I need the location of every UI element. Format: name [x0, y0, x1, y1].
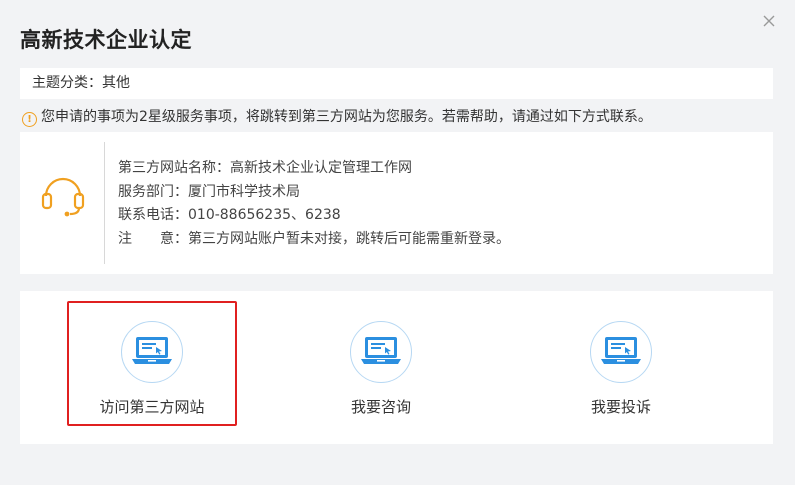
notice-line: ! 您申请的事项为2星级服务事项，将跳转到第三方网站为您服务。若需帮助，请通过如下…: [22, 107, 782, 127]
close-icon[interactable]: [760, 12, 778, 30]
laptop-icon: [601, 337, 641, 364]
note-text: 注 意：第三方网站账户暂未对接，跳转后可能需重新登录。: [118, 230, 510, 247]
category-bar: 主题分类：其他: [20, 68, 773, 99]
laptop-icon: [132, 337, 172, 364]
dialog-title: 高新技术企业认定: [20, 28, 192, 52]
site-name-text: 第三方网站名称：高新技术企业认定管理工作网: [118, 160, 412, 176]
action-label: 我要咨询: [350, 398, 411, 416]
warning-circle-icon: !: [22, 112, 37, 127]
contact-info-panel: 第三方网站名称：高新技术企业认定管理工作网 服务部门：厦门市科学技术局 联系电话…: [20, 132, 773, 274]
complaint-button[interactable]: 我要投诉: [531, 321, 711, 417]
department-text: 服务部门：厦门市科学技术局: [118, 183, 300, 200]
action-label: 我要投诉: [590, 398, 651, 416]
notice-text: 您申请的事项为2星级服务事项，将跳转到第三方网站为您服务。若需帮助，请通过如下方…: [41, 109, 652, 125]
visit-third-party-button[interactable]: 访问第三方网站: [62, 321, 242, 417]
consult-button[interactable]: 我要咨询: [291, 321, 471, 417]
phone-text: 联系电话：010-88656235、6238: [118, 207, 341, 223]
headset-icon: [40, 172, 86, 218]
action-label: 访问第三方网站: [99, 398, 205, 416]
divider: [104, 142, 105, 264]
laptop-icon: [361, 337, 401, 364]
action-panel: 访问第三方网站 我要咨询 我要投诉: [20, 291, 773, 444]
